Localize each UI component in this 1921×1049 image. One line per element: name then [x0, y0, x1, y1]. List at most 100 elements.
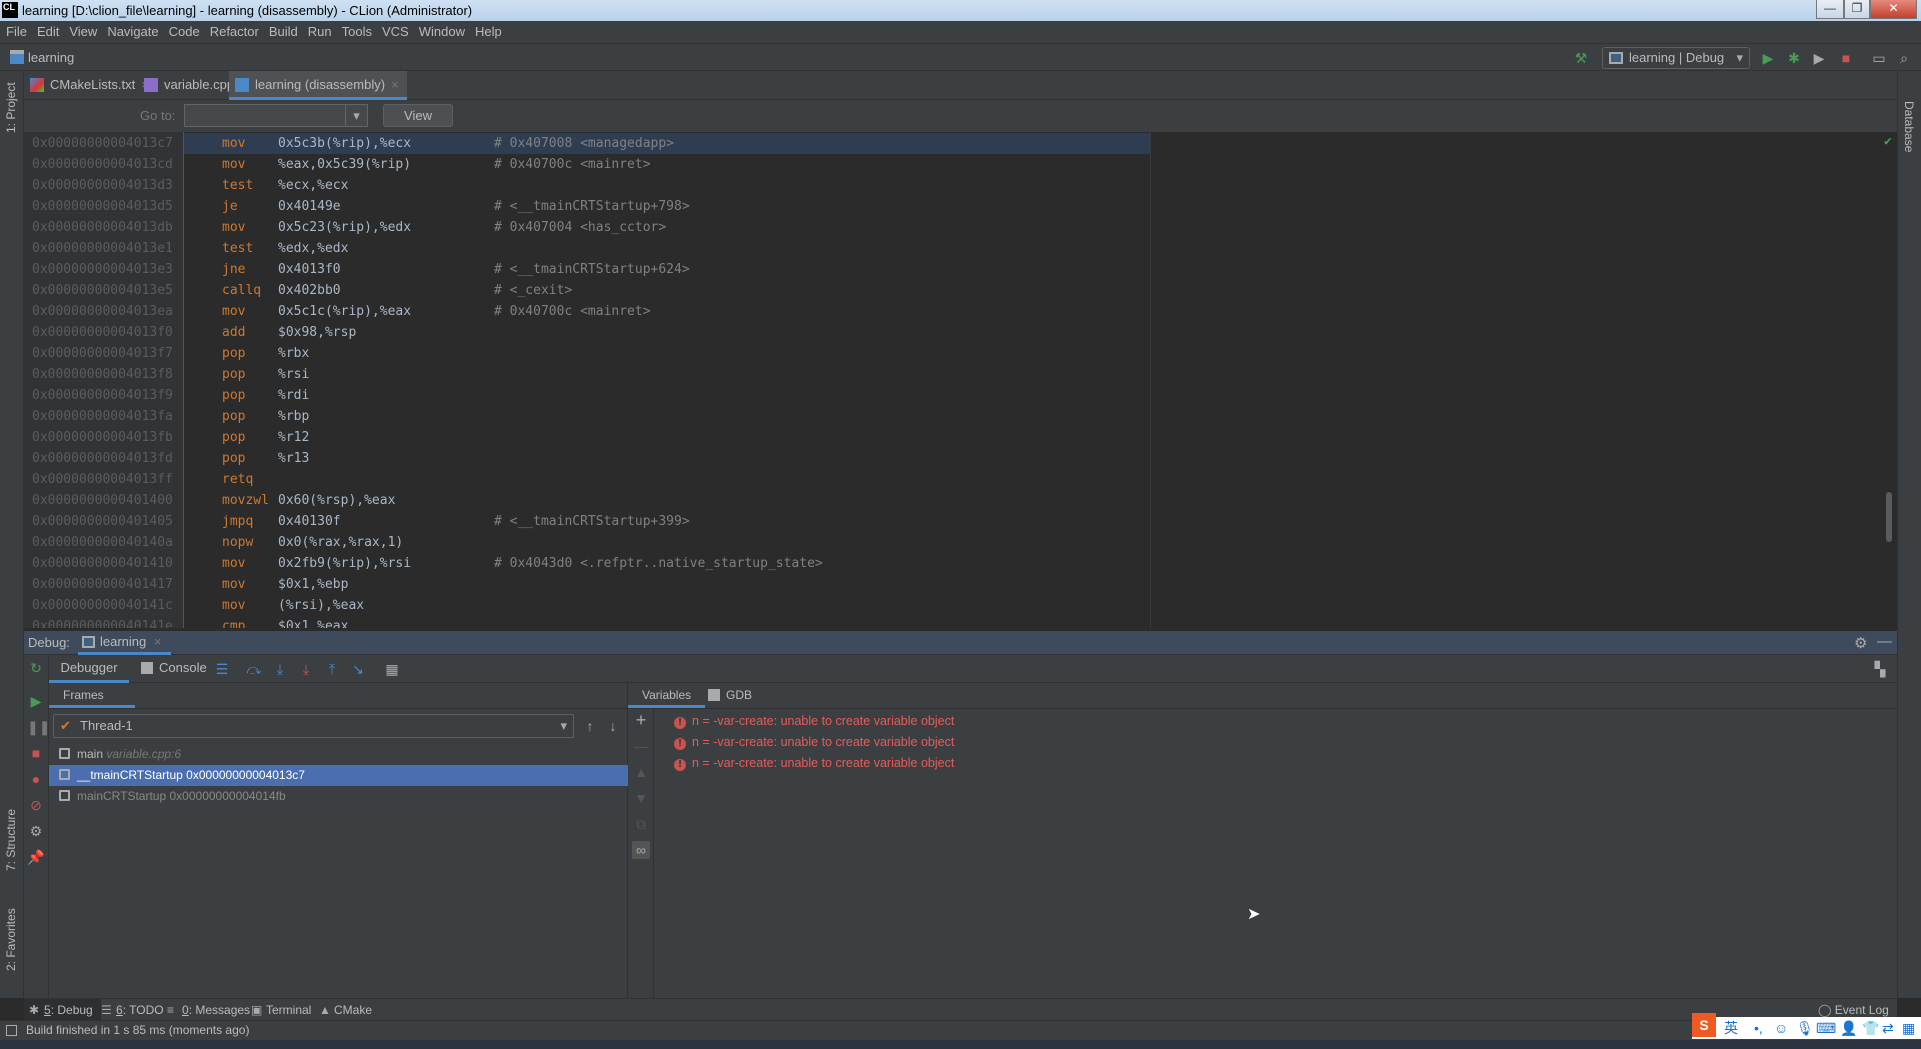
- menu-navigate[interactable]: Navigate: [107, 24, 158, 39]
- chevron-down-icon[interactable]: ▾: [345, 105, 367, 126]
- disassembly-editor[interactable]: 0x00000000004013c7 mov 0x5c3b(%rip),%ecx # …: [24, 132, 1897, 628]
- run-to-cursor-icon[interactable]: ↘: [349, 660, 367, 678]
- tab-learning-disassembly-[interactable]: learning (disassembly) ×: [229, 71, 407, 100]
- search-icon[interactable]: ⌕: [1895, 49, 1913, 67]
- terminal-window-icon[interactable]: ▭: [1870, 49, 1888, 67]
- move-down-icon[interactable]: ▼: [632, 789, 650, 807]
- run-config-select[interactable]: learning | Debug ▾: [1602, 47, 1750, 69]
- debug-session-tab[interactable]: learning ×: [78, 631, 172, 655]
- settings-icon[interactable]: ⚙: [27, 822, 45, 840]
- evaluate-expression-icon[interactable]: ▦: [383, 660, 401, 678]
- menu-file[interactable]: File: [6, 24, 27, 39]
- view-breakpoints-icon[interactable]: ●: [27, 770, 45, 788]
- stop-icon[interactable]: ■: [27, 744, 45, 762]
- tab-cmakelists-txt[interactable]: CMakeLists.txt×: [24, 71, 157, 100]
- menu-help[interactable]: Help: [475, 24, 502, 39]
- operands: 0x60(%rsp),%eax: [278, 493, 396, 508]
- menu-edit[interactable]: Edit: [37, 24, 59, 39]
- tab-gdb[interactable]: GDB: [708, 683, 752, 708]
- menu-code[interactable]: Code: [169, 24, 200, 39]
- resume-icon[interactable]: ▶: [27, 692, 45, 710]
- run-icon[interactable]: ▶: [1759, 49, 1777, 67]
- debug-bug-icon[interactable]: ✱: [1785, 49, 1803, 67]
- variable-row[interactable]: ! n = -var-create: unable to create varia…: [674, 753, 954, 774]
- tab-console[interactable]: Console: [141, 655, 207, 683]
- gear-icon[interactable]: ⚙: [1854, 634, 1867, 652]
- menu-refactor[interactable]: Refactor: [210, 24, 259, 39]
- ime-toolbar[interactable]: S 英 •, ☺ 🎙 ⌨ 👤 👕 ⇄ ▦: [1692, 1013, 1921, 1039]
- tool-tab-terminal[interactable]: ▣ Terminal: [246, 999, 319, 1021]
- step-out-icon[interactable]: ⤒: [323, 660, 341, 678]
- tool-tab-messages[interactable]: ≡ 0: Messages: [162, 999, 258, 1021]
- variable-row[interactable]: ! n = -var-create: unable to create varia…: [674, 711, 954, 732]
- menu-tools[interactable]: Tools: [342, 24, 372, 39]
- layout-icon[interactable]: ▚: [1871, 660, 1889, 678]
- editor-scrollbar[interactable]: [1886, 492, 1892, 542]
- tool-tab-debug[interactable]: ✱ 5: Debug: [24, 999, 101, 1021]
- project-tool-tab[interactable]: 1: Project: [4, 82, 18, 133]
- database-tool-tab[interactable]: Database: [1902, 101, 1916, 152]
- restore-button[interactable]: ❐: [1844, 0, 1870, 19]
- minimize-button[interactable]: —: [1816, 0, 1844, 19]
- mouse-cursor: ➤: [1247, 906, 1261, 923]
- keyboard-icon[interactable]: ⌨: [1816, 1017, 1836, 1039]
- step-over-icon[interactable]: ⤼: [245, 660, 263, 678]
- copy-icon[interactable]: ⧉: [632, 815, 650, 833]
- previous-frame-icon[interactable]: ↑: [581, 717, 599, 735]
- close-icon[interactable]: ×: [154, 634, 162, 649]
- menu-run[interactable]: Run: [308, 24, 332, 39]
- frame-row[interactable]: mainCRTStartup 0x00000000004014fb: [49, 786, 628, 807]
- tool-tab-key: 6: [116, 1003, 123, 1017]
- tab-frames[interactable]: Frames: [49, 683, 135, 708]
- menu-view[interactable]: View: [69, 24, 97, 39]
- force-step-into-icon[interactable]: ⤓: [297, 660, 315, 678]
- next-frame-icon[interactable]: ↓: [604, 717, 622, 735]
- stop-icon[interactable]: ■: [1837, 49, 1855, 67]
- mute-breakpoints-icon[interactable]: ⊘: [27, 796, 45, 814]
- view-button[interactable]: View: [383, 104, 453, 127]
- microphone-icon[interactable]: 🎙: [1796, 1017, 1814, 1039]
- tool-tab-todo[interactable]: ☰ 6: TODO: [96, 999, 172, 1021]
- frame-row[interactable]: main variable.cpp:6: [49, 744, 628, 765]
- move-up-icon[interactable]: ▲: [632, 763, 650, 781]
- minimize-icon[interactable]: —: [1877, 633, 1892, 650]
- tool-tab-cmake[interactable]: ▲ CMake: [314, 999, 380, 1021]
- structure-tool-tab[interactable]: 7: Structure: [4, 809, 18, 871]
- add-watch-icon[interactable]: +: [632, 711, 650, 729]
- menu-window[interactable]: Window: [419, 24, 465, 39]
- tab-debugger[interactable]: Debugger: [49, 655, 129, 683]
- remove-watch-icon[interactable]: —: [632, 737, 650, 755]
- toggle-tool-windows-icon[interactable]: [6, 1025, 17, 1036]
- show-execution-point-icon[interactable]: ☰: [213, 660, 231, 678]
- project-breadcrumb[interactable]: learning: [28, 50, 74, 65]
- close-window-button[interactable]: ✕: [1870, 0, 1917, 19]
- operands: %rbp: [278, 409, 310, 424]
- close-icon[interactable]: ×: [391, 77, 399, 92]
- pause-icon[interactable]: ❚❚: [27, 718, 50, 736]
- rerun-icon[interactable]: ↻: [27, 659, 45, 677]
- favorites-tool-tab[interactable]: 2: Favorites: [4, 908, 18, 971]
- menu-vcs[interactable]: VCS: [382, 24, 409, 39]
- goto-input[interactable]: ▾: [184, 104, 368, 127]
- frame-row[interactable]: __tmainCRTStartup 0x00000000004013c7: [49, 765, 628, 786]
- tab-variables[interactable]: Variables: [628, 683, 706, 708]
- run-with-coverage-icon[interactable]: ▶: [1810, 49, 1828, 67]
- variable-row[interactable]: ! n = -var-create: unable to create varia…: [674, 732, 954, 753]
- skin-icon[interactable]: 👕: [1862, 1017, 1879, 1039]
- pin-icon[interactable]: 📌: [27, 848, 45, 866]
- debugger-toolbar: Debugger Console ☰ ⤼ ⤓ ⤓ ⤒ ↘ ▦ ▚: [49, 655, 1897, 683]
- translate-icon[interactable]: ⇄: [1882, 1017, 1894, 1039]
- show-watches-icon[interactable]: ∞: [632, 841, 650, 859]
- user-icon[interactable]: 👤: [1840, 1017, 1857, 1039]
- menu-build[interactable]: Build: [269, 24, 298, 39]
- toolbox-icon[interactable]: ▦: [1902, 1017, 1915, 1039]
- step-into-icon[interactable]: ⤓: [271, 660, 289, 678]
- ime-language[interactable]: 英: [1724, 1017, 1738, 1039]
- punctuation-icon[interactable]: •,: [1754, 1017, 1763, 1039]
- line-address: 0x00000000004013c7: [32, 136, 173, 151]
- mnemonic: jne: [222, 262, 246, 277]
- emoji-icon[interactable]: ☺: [1774, 1017, 1788, 1039]
- thread-select[interactable]: ✔ Thread-1 ▾: [53, 714, 574, 738]
- line-address: 0x00000000004013db: [32, 220, 173, 235]
- build-hammer-icon[interactable]: ⚒: [1572, 49, 1590, 67]
